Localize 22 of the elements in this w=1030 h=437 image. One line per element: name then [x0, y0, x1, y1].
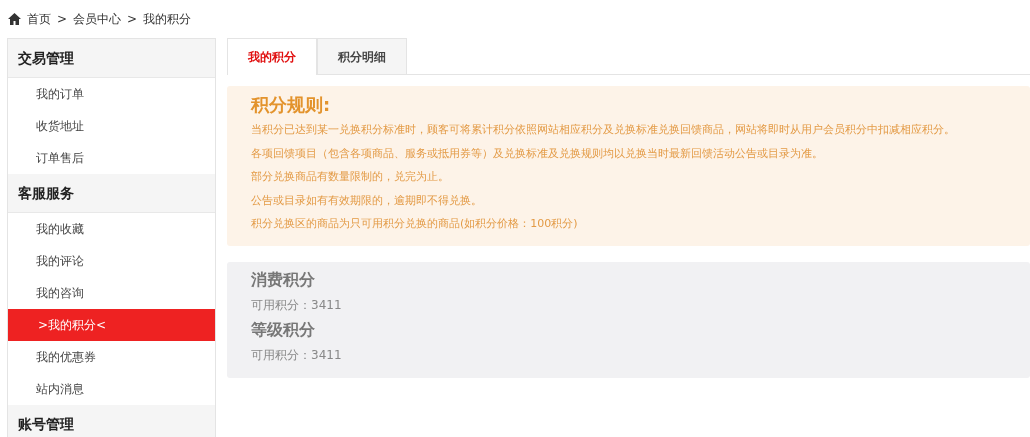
breadcrumb-separator: > [57, 12, 68, 26]
points-value: 可用积分：3411 [251, 296, 343, 314]
breadcrumb-link[interactable]: 会员中心 [73, 10, 122, 28]
sidebar-group-title: 客服服务 [8, 174, 215, 213]
breadcrumb-separator: > [127, 12, 138, 26]
points-value: 可用积分：3411 [251, 346, 343, 364]
rule-text: 部分兑换商品有数量限制的，兑完为止。 [251, 169, 449, 185]
rules-title: 积分规则: [251, 93, 332, 117]
sidebar-group-title: 交易管理 [8, 39, 215, 78]
breadcrumb-link[interactable]: 首页 [27, 10, 51, 28]
sidebar-item[interactable]: >我的积分< [8, 309, 215, 341]
rule-text: 当积分已达到某一兑换积分标准时，顾客可将累计积分依照网站相应积分及兑换标准兑换回馈商品，网站将即时从用户会员积分中扣减相应积分。 [251, 122, 955, 138]
points-title: 消费积分 [251, 268, 316, 291]
sidebar-group-title: 账号管理 [8, 405, 215, 437]
rule-text: 各项回馈项目（包含各项商品、服务或抵用券等）及兑换标准及兑换规则均以兑换当时最新回馈活动公告或目录为准。 [251, 145, 823, 162]
tab[interactable]: 积分明细 [317, 38, 407, 74]
home-icon[interactable] [8, 13, 21, 25]
rule-text: 公告或目录如有有效期限的，逾期即不得兑换。 [251, 192, 482, 209]
breadcrumb-link[interactable]: 我的积分 [143, 10, 192, 28]
tab[interactable]: 我的积分 [227, 38, 317, 75]
rule-text: 积分兑换区的商品为只可用积分兑换的商品(如积分价格：100积分) [251, 216, 578, 232]
points-title: 等级积分 [251, 318, 316, 341]
